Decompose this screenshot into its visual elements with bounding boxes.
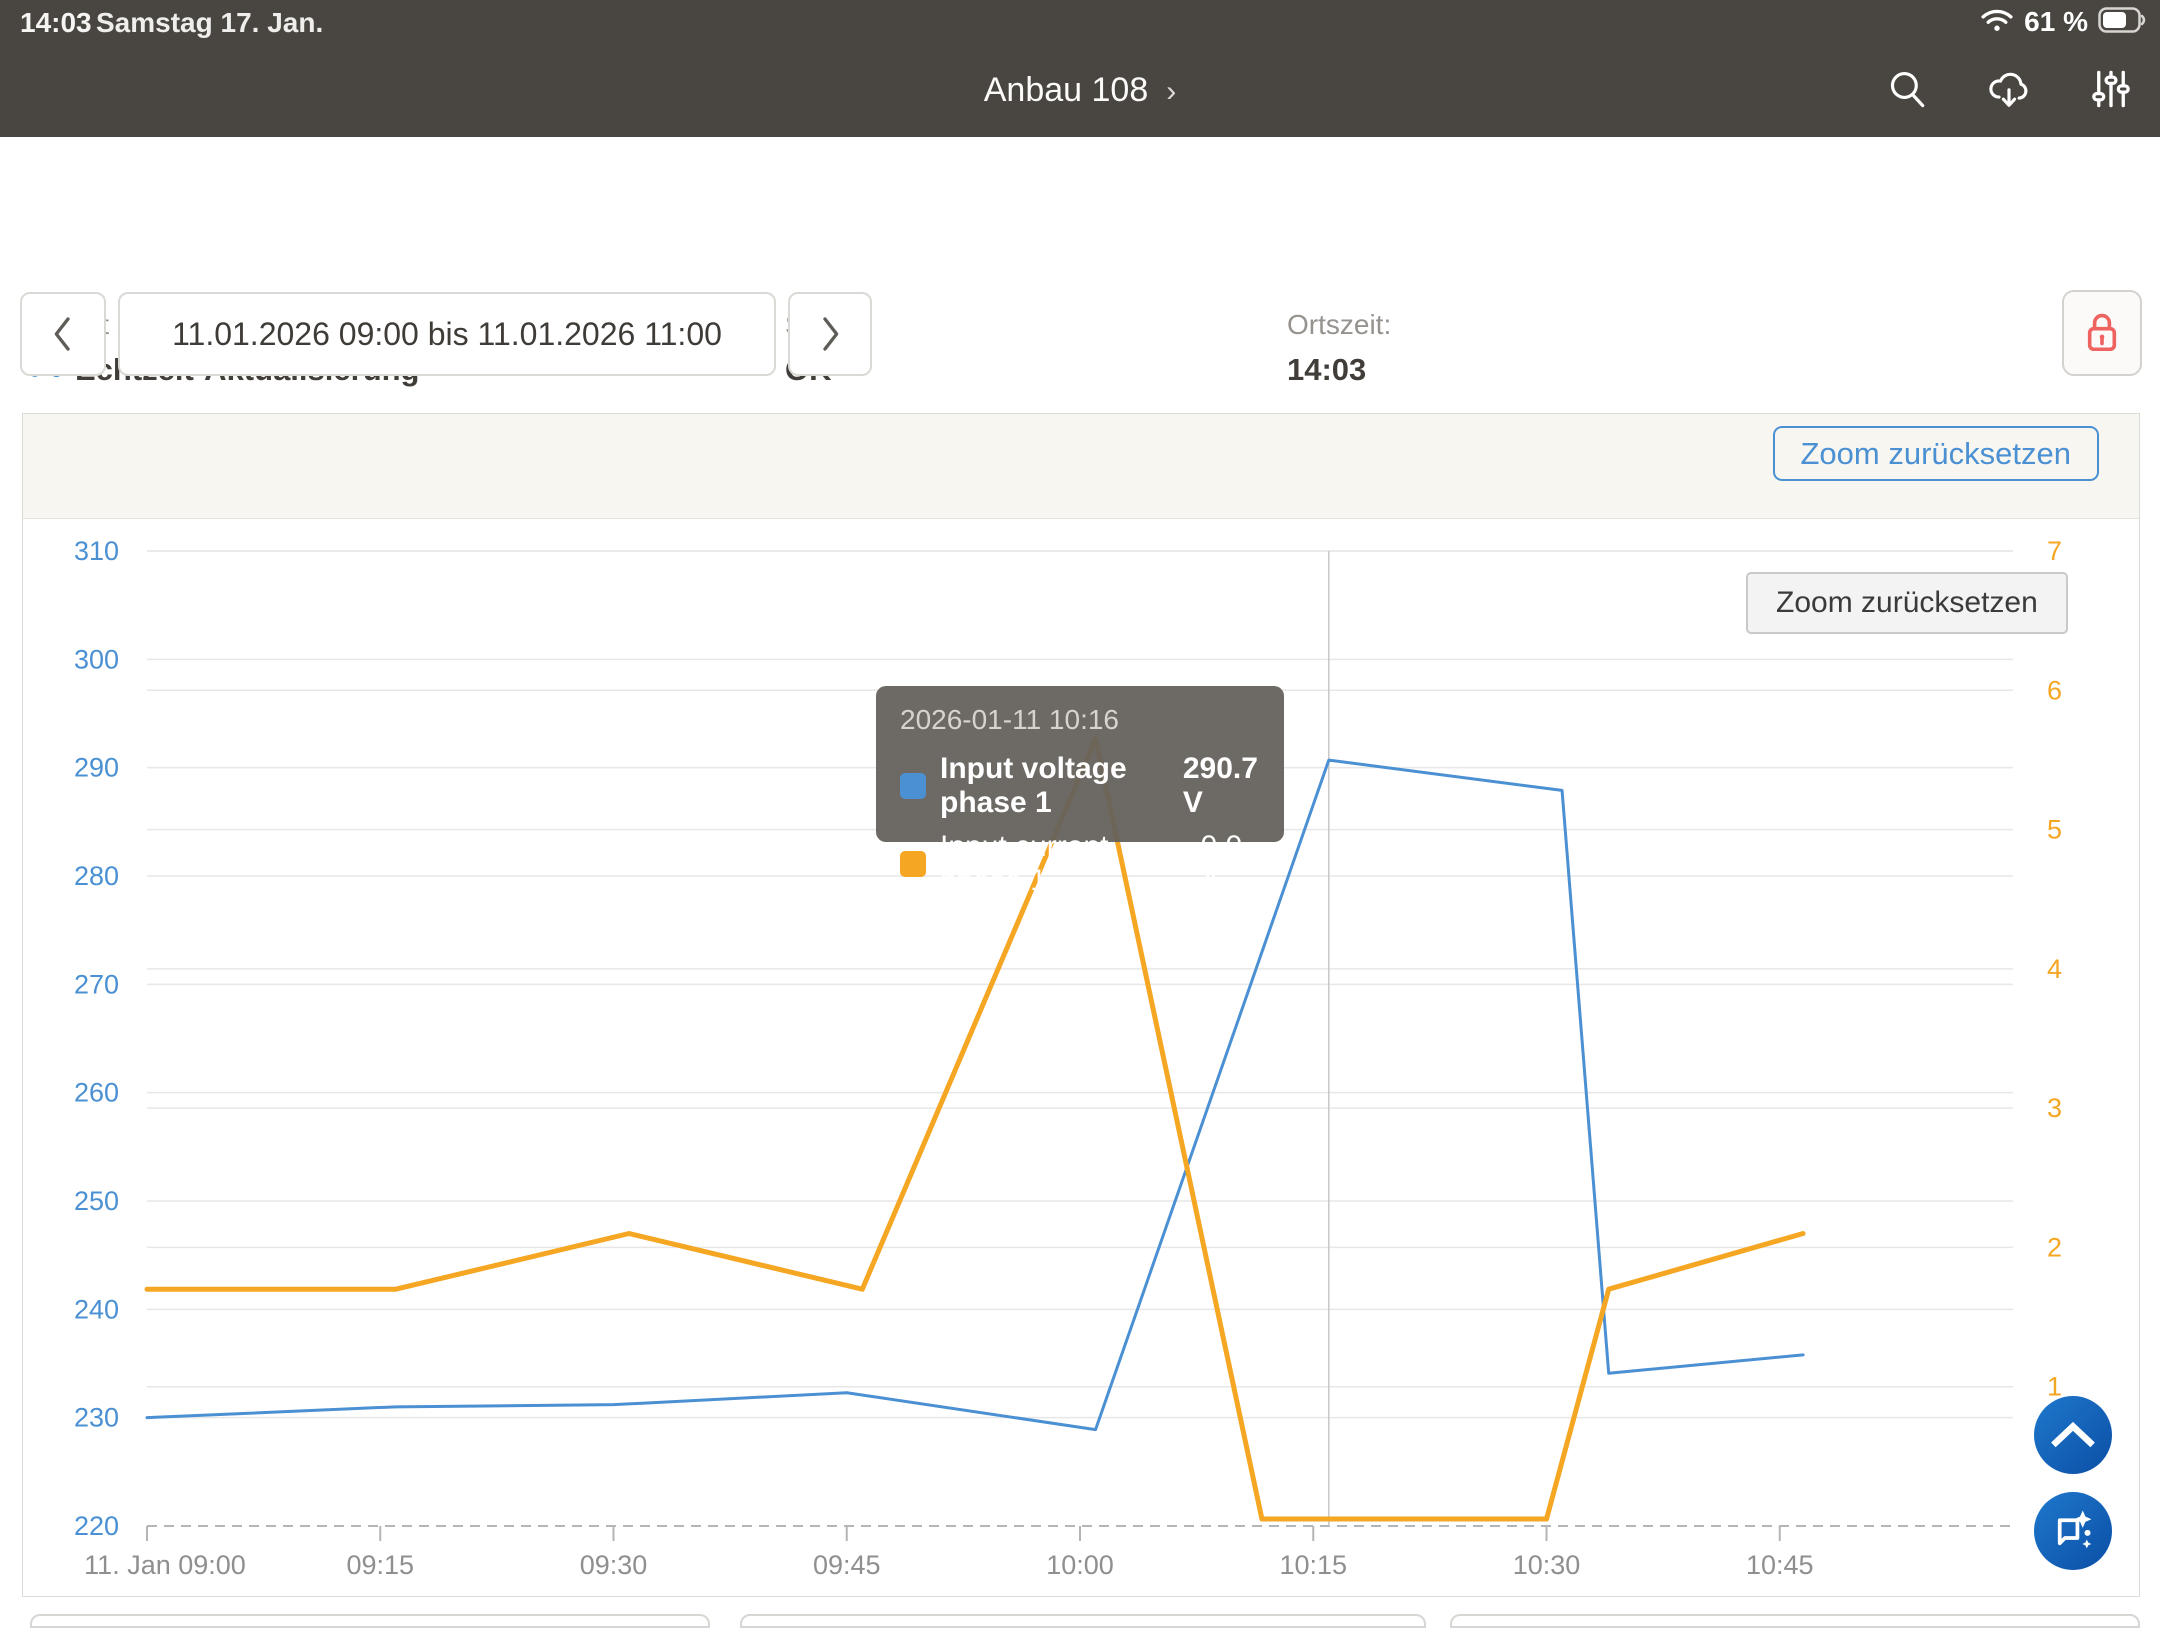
nav-bar: Anbau 108 › xyxy=(0,44,2160,137)
tooltip-row-current: Input current phase 1 0.0 A xyxy=(900,830,1260,898)
svg-text:300: 300 xyxy=(74,644,119,674)
info-bar: Zuletzt aktualisiert: Echtzeit-Aktualisi… xyxy=(0,137,2160,277)
svg-text:310: 310 xyxy=(74,536,119,566)
svg-text:09:15: 09:15 xyxy=(346,1550,414,1580)
status-time: 14:03 xyxy=(20,7,92,39)
svg-text:2: 2 xyxy=(2047,1232,2062,1262)
svg-text:09:45: 09:45 xyxy=(813,1550,881,1580)
cloud-download-icon xyxy=(1986,68,2032,113)
feedback-sparkle-icon xyxy=(2050,1507,2096,1556)
search-icon xyxy=(1886,68,1928,113)
status-indicators: 61 % xyxy=(1980,6,2146,38)
svg-text:7: 7 xyxy=(2047,536,2062,566)
svg-text:4: 4 xyxy=(2047,954,2062,984)
filter-button[interactable] xyxy=(2088,68,2134,114)
sliders-icon xyxy=(2090,67,2132,114)
tooltip-voltage-value: 290.7 V xyxy=(1183,752,1260,820)
page-title-text: Anbau 108 xyxy=(984,71,1149,110)
bottom-card-2[interactable] xyxy=(740,1614,1426,1628)
chart-card: Zoom zurücksetzen 220 230 240 250 260 270 280 2… xyxy=(22,413,2140,1597)
svg-text:10:45: 10:45 xyxy=(1746,1550,1814,1580)
bottom-card-1[interactable] xyxy=(30,1614,710,1628)
search-button[interactable] xyxy=(1884,68,1930,114)
svg-text:260: 260 xyxy=(74,1078,119,1108)
battery-icon xyxy=(2098,7,2146,38)
lock-icon xyxy=(2082,309,2122,358)
svg-text:240: 240 xyxy=(74,1294,119,1324)
download-button[interactable] xyxy=(1986,68,2032,114)
tooltip-timestamp: 2026-01-11 10:16 xyxy=(900,704,1260,736)
localtime-label: Ortszeit: xyxy=(1287,309,1391,341)
tooltip-current-value: 0.0 A xyxy=(1201,830,1260,898)
tooltip-row-voltage: Input voltage phase 1 290.7 V xyxy=(900,752,1260,820)
svg-text:280: 280 xyxy=(74,861,119,891)
battery-percent: 61 % xyxy=(2024,6,2088,38)
tooltip-voltage-label: Input voltage phase 1 xyxy=(940,752,1169,820)
lock-button[interactable] xyxy=(2062,290,2142,376)
breadcrumb-chevron-icon: › xyxy=(1166,75,1176,109)
svg-text:290: 290 xyxy=(74,753,119,783)
scroll-to-top-button[interactable] xyxy=(2034,1396,2112,1474)
chart-tooltip: 2026-01-11 10:16 Input voltage phase 1 2… xyxy=(876,686,1284,842)
app-screen: { "status_bar": { "time": "14:03", "date… xyxy=(0,0,2160,1620)
zoom-reset-overlay-button[interactable]: Zoom zurücksetzen xyxy=(1746,572,2068,634)
top-bar: 14:03 Samstag 17. Jan. 61 % Anbau xyxy=(0,0,2160,137)
status-date: Samstag 17. Jan. xyxy=(96,7,323,39)
localtime-value: 14:03 xyxy=(1287,352,1366,388)
prev-range-button[interactable] xyxy=(20,292,106,376)
feedback-button[interactable] xyxy=(2034,1492,2112,1570)
voltage-swatch xyxy=(900,773,926,799)
page-title[interactable]: Anbau 108 › xyxy=(0,44,2160,137)
current-swatch xyxy=(900,851,926,877)
chevron-right-icon xyxy=(815,314,845,354)
bottom-card-3[interactable] xyxy=(1450,1614,2140,1628)
svg-text:10:30: 10:30 xyxy=(1513,1550,1581,1580)
nav-actions xyxy=(1884,44,2134,137)
svg-text:10:15: 10:15 xyxy=(1279,1550,1347,1580)
svg-text:6: 6 xyxy=(2047,675,2062,705)
wifi-icon xyxy=(1980,7,2014,38)
svg-text:3: 3 xyxy=(2047,1093,2062,1123)
status-bar: 14:03 Samstag 17. Jan. 61 % xyxy=(0,0,2160,44)
svg-text:09:30: 09:30 xyxy=(580,1550,648,1580)
tooltip-current-label: Input current phase 1 xyxy=(940,830,1187,898)
svg-text:11. Jan 09:00: 11. Jan 09:00 xyxy=(84,1550,246,1580)
next-range-button[interactable] xyxy=(788,292,872,376)
date-range-field[interactable]: 11.01.2026 09:00 bis 11.01.2026 11:00 xyxy=(118,292,776,376)
svg-text:230: 230 xyxy=(74,1403,119,1433)
svg-text:250: 250 xyxy=(74,1186,119,1216)
chevron-up-icon xyxy=(2050,1419,2096,1452)
svg-text:10:00: 10:00 xyxy=(1046,1550,1114,1580)
chevron-left-icon xyxy=(48,314,78,354)
svg-text:220: 220 xyxy=(74,1511,119,1541)
svg-text:270: 270 xyxy=(74,969,119,999)
svg-text:5: 5 xyxy=(2047,815,2062,845)
